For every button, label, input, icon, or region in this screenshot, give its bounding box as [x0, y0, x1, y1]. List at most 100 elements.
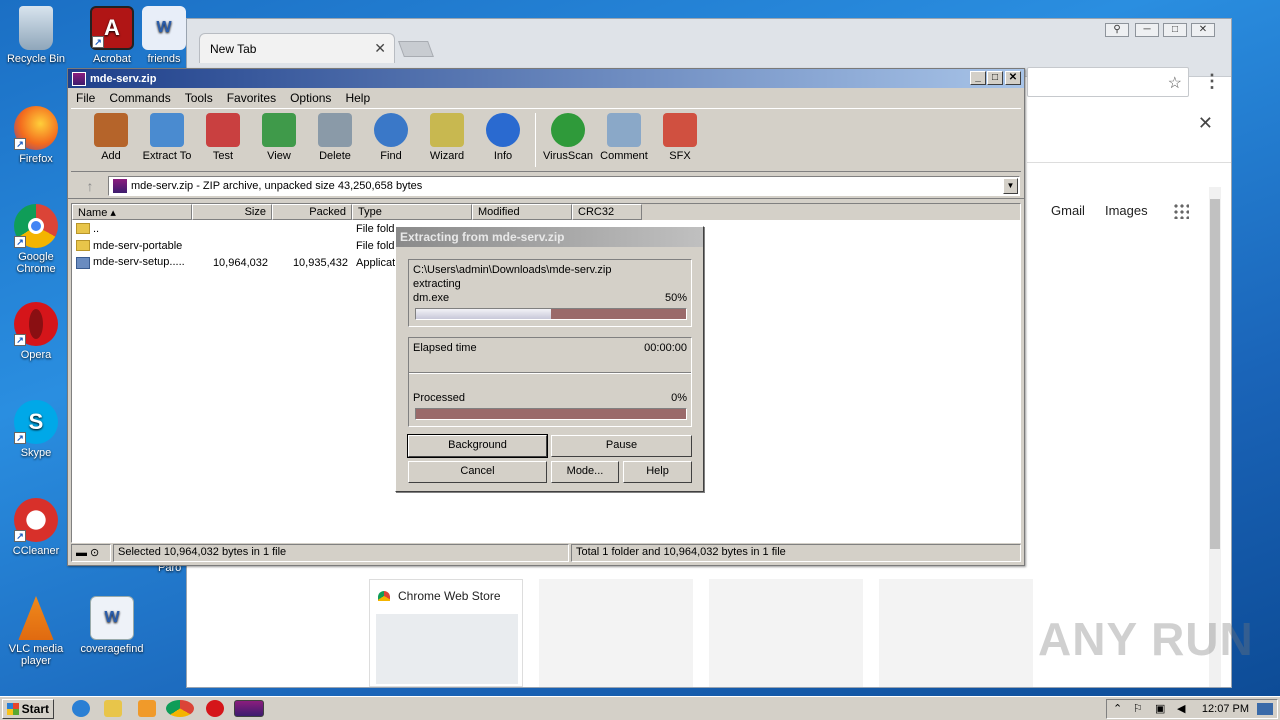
start-button[interactable]: Start	[2, 699, 54, 719]
ccleaner-icon: ↗	[14, 498, 58, 542]
profile-icon[interactable]: ⚲	[1105, 23, 1129, 37]
toolbar-view-button[interactable]: View	[251, 109, 307, 171]
toolbar-find-button[interactable]: Find	[363, 109, 419, 171]
toolbar-label: Extract To	[142, 150, 192, 162]
toolbar-label: VirusScan	[543, 150, 593, 162]
toolbar-label: SFX	[669, 150, 691, 162]
close-button[interactable]: ✕	[1191, 23, 1215, 37]
toolbar-test-button[interactable]: Test	[195, 109, 251, 171]
windows-flag-icon	[7, 703, 19, 715]
menu-favorites[interactable]: Favorites	[227, 91, 276, 105]
cancel-button[interactable]: Cancel	[408, 461, 547, 483]
menu-help[interactable]: Help	[345, 91, 370, 105]
desktop-icon-friends[interactable]: W friends	[134, 6, 194, 65]
desktop-icon-skype[interactable]: S ↗ Skype	[0, 400, 72, 459]
word-document-icon: W	[142, 6, 186, 50]
volume-icon[interactable]: ◀	[1177, 702, 1185, 715]
chevron-down-icon[interactable]: ▼	[1003, 177, 1018, 194]
mode-button[interactable]: Mode...	[551, 461, 619, 483]
desktop-icon-vlc[interactable]: VLC media player	[0, 596, 72, 667]
maximize-button[interactable]: □	[1163, 23, 1187, 37]
google-links: Gmail Images	[1051, 203, 1148, 218]
column-name[interactable]: Name ▴	[72, 204, 192, 220]
desktop-icon-recycle-bin[interactable]: Recycle Bin	[0, 6, 72, 65]
tile-empty	[539, 579, 693, 687]
recycle-bin-icon	[19, 6, 53, 50]
desktop-icon-firefox[interactable]: ↗ Firefox	[0, 106, 72, 165]
desktop-icon-label: Skype	[20, 447, 52, 459]
tile-chrome-web-store[interactable]: Chrome Web Store	[369, 579, 523, 687]
explorer-folder-icon[interactable]	[104, 700, 122, 717]
desktop-icon-opera[interactable]: ↗ Opera	[0, 302, 72, 361]
maximize-button[interactable]: □	[987, 71, 1003, 85]
bookmark-star-icon[interactable]: ☆	[1168, 73, 1182, 93]
minimize-button[interactable]: _	[970, 71, 986, 85]
taskbar: Start ⌃ ⚐ ▣ ◀ 12:07 PM	[0, 696, 1280, 720]
row-size: 10,964,032	[212, 256, 268, 269]
pause-button[interactable]: Pause	[551, 435, 692, 457]
column-crc32[interactable]: CRC32	[572, 204, 642, 220]
clock[interactable]: 12:07 PM	[1202, 703, 1249, 715]
dialog-title[interactable]: Extracting from mde-serv.zip	[396, 227, 703, 247]
column-packed[interactable]: Packed	[272, 204, 352, 220]
tab-close-icon[interactable]: ✕	[374, 40, 386, 57]
network-icon[interactable]: ▣	[1155, 702, 1165, 715]
show-desktop-icon[interactable]	[1257, 703, 1273, 715]
column-label: Packed	[309, 206, 346, 218]
toolbar-comment-button[interactable]: Comment	[596, 109, 652, 171]
desktop-icon-ccleaner[interactable]: ↗ CCleaner	[0, 498, 72, 557]
gmail-link[interactable]: Gmail	[1051, 203, 1085, 218]
column-type[interactable]: Type	[352, 204, 472, 220]
menu-options[interactable]: Options	[290, 91, 331, 105]
menu-commands[interactable]: Commands	[109, 91, 170, 105]
toolbar-wizard-button[interactable]: Wizard	[419, 109, 475, 171]
minimize-button[interactable]: ─	[1135, 23, 1159, 37]
background-button[interactable]: Background	[407, 434, 548, 458]
tile-empty	[879, 579, 1033, 687]
new-tab-button[interactable]	[398, 41, 434, 57]
skype-icon: S ↗	[14, 400, 58, 444]
tray-arrow-icon[interactable]: ⌃	[1113, 702, 1122, 715]
system-tray: ⌃ ⚐ ▣ ◀ 12:07 PM	[1106, 699, 1278, 719]
media-player-icon[interactable]	[138, 700, 156, 717]
toolbar-sfx-button[interactable]: SFX	[652, 109, 708, 171]
flag-icon[interactable]: ⚐	[1133, 702, 1143, 715]
trash-icon	[318, 113, 352, 147]
close-button[interactable]: ✕	[1005, 71, 1021, 85]
desktop-icon-coveragefind[interactable]: W coveragefind	[76, 596, 148, 655]
column-modified[interactable]: Modified	[472, 204, 572, 220]
menu-tools[interactable]: Tools	[185, 91, 213, 105]
toolbar-info-button[interactable]: Info	[475, 109, 531, 171]
omnibox[interactable]: ☆	[1027, 67, 1189, 97]
help-button[interactable]: Help	[623, 461, 692, 483]
up-arrow-icon[interactable]: ↑	[72, 178, 108, 194]
winrar-titlebar[interactable]: mde-serv.zip _ □ ✕	[68, 69, 1024, 88]
chrome-menu-icon[interactable]: ⋮	[1203, 71, 1221, 92]
scrollbar-thumb[interactable]	[1210, 199, 1220, 549]
row-type: Applicat	[356, 256, 396, 269]
toolbar: Add Extract To Test View Delete Find Wiz…	[71, 108, 1021, 172]
menu-file[interactable]: File	[76, 91, 95, 105]
opera-taskbar-icon[interactable]	[206, 700, 224, 717]
infobar: ✕	[1027, 103, 1231, 163]
toolbar-delete-button[interactable]: Delete	[307, 109, 363, 171]
row-name: mde-serv-portable	[93, 239, 183, 252]
toolbar-add-button[interactable]: Add	[83, 109, 139, 171]
apps-grid-icon[interactable]	[1173, 203, 1189, 219]
tab-new-tab[interactable]: New Tab ✕	[199, 33, 395, 63]
ie-icon[interactable]	[72, 700, 90, 717]
chrome-taskbar-icon[interactable]	[166, 700, 194, 717]
address-combobox[interactable]: mde-serv.zip - ZIP archive, unpacked siz…	[108, 175, 1020, 196]
application-icon	[76, 256, 90, 269]
desktop-icon-google-chrome[interactable]: ↗ Google Chrome	[0, 204, 72, 275]
menu-bar: File Commands Tools Favorites Options He…	[68, 88, 1024, 107]
file-percent: 50%	[664, 292, 687, 304]
images-link[interactable]: Images	[1105, 203, 1148, 218]
toolbar-extract-to-button[interactable]: Extract To	[139, 109, 195, 171]
winrar-taskbar-icon[interactable]	[234, 700, 264, 717]
toolbar-virusscan-button[interactable]: VirusScan	[540, 109, 596, 171]
desktop-icon-label: VLC media player	[8, 643, 64, 667]
infobar-close-icon[interactable]: ✕	[1198, 113, 1213, 134]
column-size[interactable]: Size	[192, 204, 272, 220]
column-label: Size	[244, 206, 266, 218]
